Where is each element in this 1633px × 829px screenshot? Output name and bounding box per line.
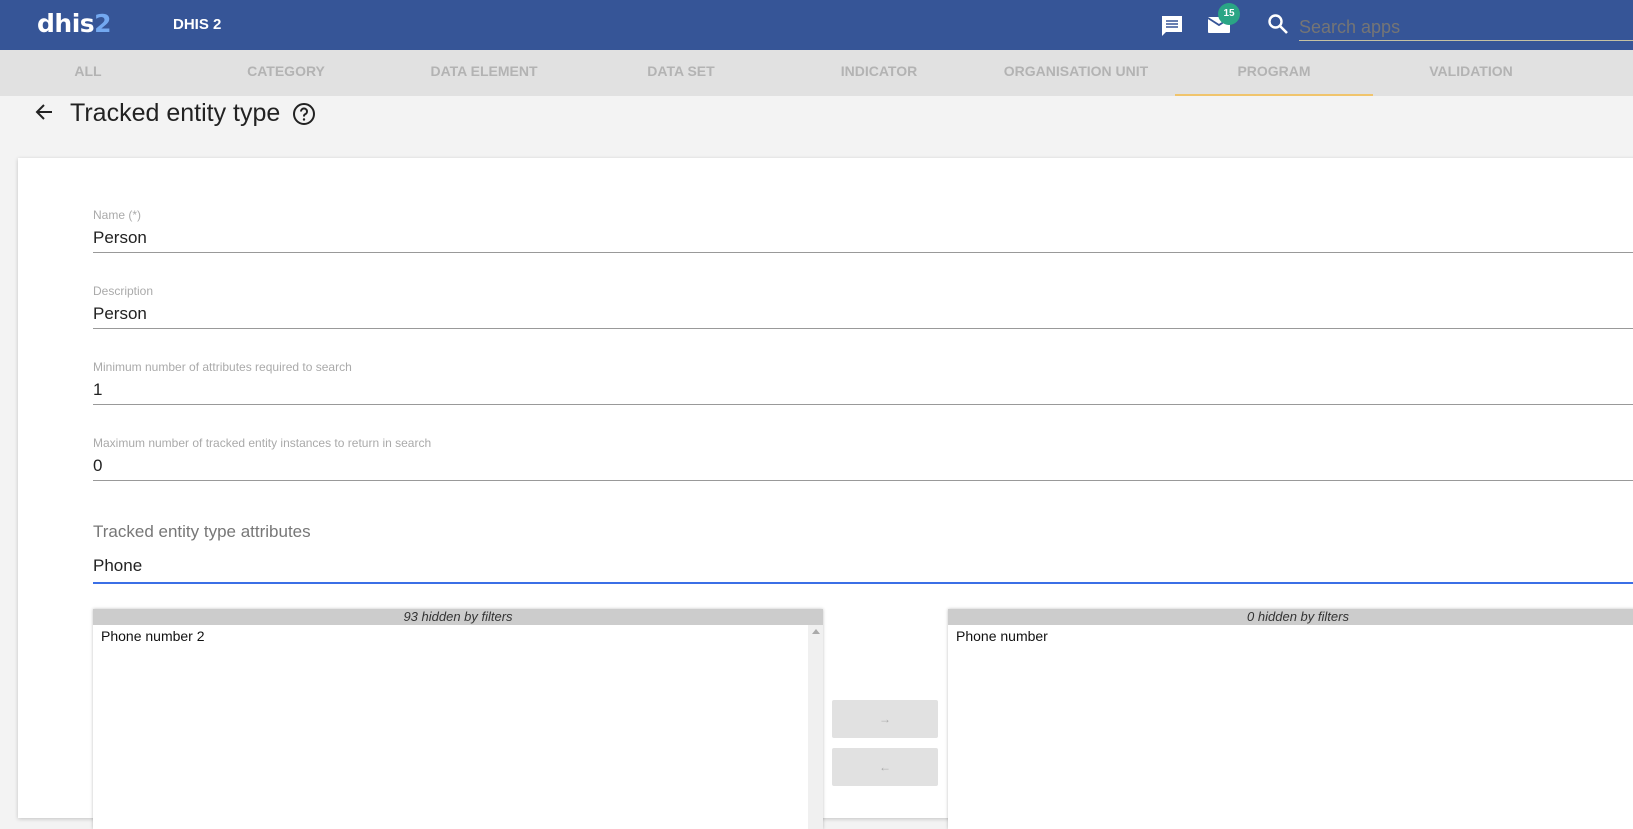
mail-count-badge: 15 [1218, 3, 1240, 25]
assign-button[interactable]: → [832, 700, 938, 738]
form-card: Name (*) Person Description Person Minim… [18, 158, 1633, 829]
section-tabs: ALL CATEGORY DATA ELEMENT DATA SET INDIC… [0, 50, 1633, 96]
interpretations-icon[interactable] [1160, 14, 1184, 38]
tab-program[interactable]: PROGRAM [1175, 50, 1373, 96]
search-apps-input[interactable] [1299, 10, 1633, 41]
back-arrow-icon[interactable] [34, 102, 54, 122]
tab-data-set[interactable]: DATA SET [582, 50, 780, 96]
scrollbar[interactable] [808, 625, 823, 829]
dhis2-logo[interactable]: dhis2 [37, 9, 112, 38]
selected-attributes-list[interactable]: 0 hidden by filters Phone number [948, 609, 1633, 829]
page-title: Tracked entity type [70, 99, 281, 127]
available-hidden-count: 93 hidden by filters [93, 609, 823, 625]
max-tei-field[interactable]: Maximum number of tracked entity instanc… [93, 436, 1633, 481]
min-attributes-field[interactable]: Minimum number of attributes required to… [93, 360, 1633, 405]
help-icon[interactable] [292, 102, 316, 126]
tab-data-element[interactable]: DATA ELEMENT [385, 50, 583, 96]
tab-all[interactable]: ALL [0, 50, 187, 96]
app-title: DHIS 2 [173, 16, 222, 33]
list-item[interactable]: Phone number [948, 625, 1633, 647]
list-item[interactable]: Phone number 2 [93, 625, 823, 647]
selected-hidden-count: 0 hidden by filters [948, 609, 1633, 625]
description-field[interactable]: Description Person [93, 284, 1633, 329]
unassign-button[interactable]: ← [832, 748, 938, 786]
name-field[interactable]: Name (*) Person [93, 208, 1633, 253]
search-icon [1268, 14, 1288, 34]
tab-category[interactable]: CATEGORY [187, 50, 385, 96]
tab-validation[interactable]: VALIDATION [1372, 50, 1570, 96]
attributes-section-title: Tracked entity type attributes [93, 522, 311, 541]
attribute-filter-input[interactable]: Phone [93, 556, 1633, 584]
tab-indicator[interactable]: INDICATOR [780, 50, 978, 96]
tab-organisation-unit[interactable]: ORGANISATION UNIT [977, 50, 1175, 96]
top-bar: dhis2 DHIS 2 15 [0, 0, 1633, 50]
available-attributes-list[interactable]: 93 hidden by filters Phone number 2 [93, 609, 823, 829]
